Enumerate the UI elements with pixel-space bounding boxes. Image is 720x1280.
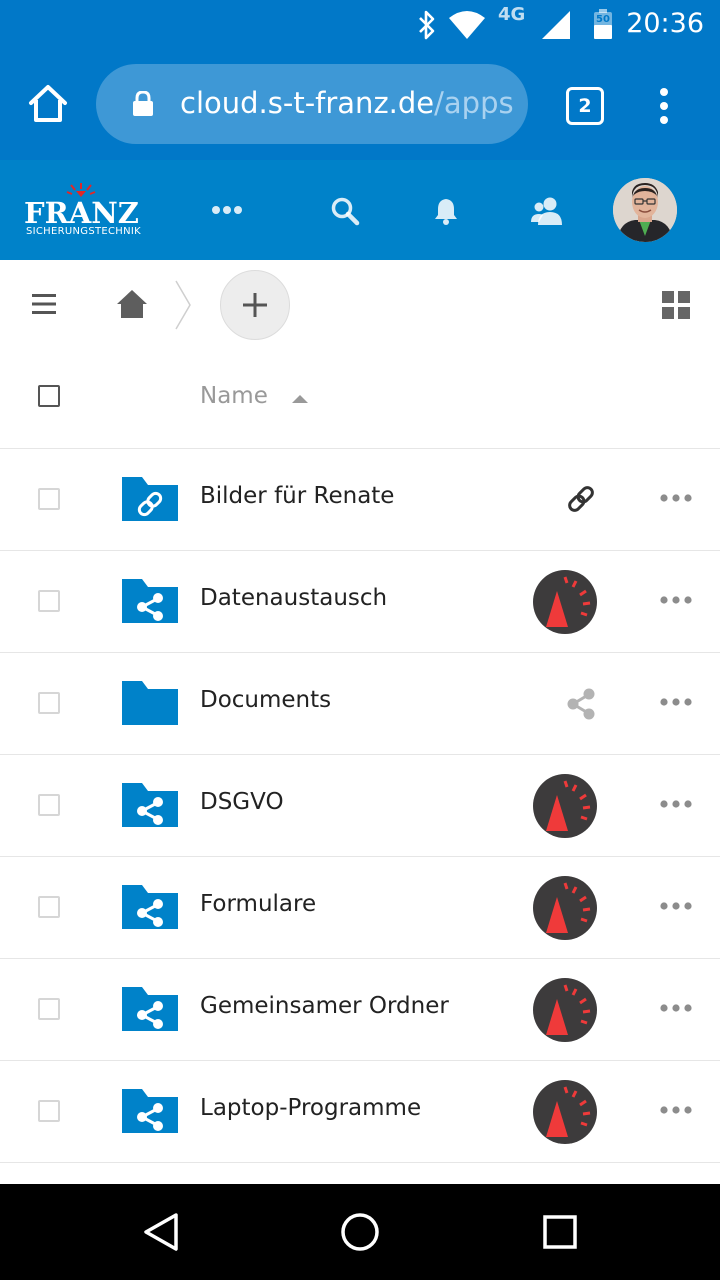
file-list: Bilder für Renate Datenaustausch Documen… [0, 449, 720, 1163]
shared-folder-icon [122, 579, 178, 623]
more-actions-icon[interactable] [660, 799, 692, 809]
battery-level: 50 [596, 14, 610, 25]
logo-subtext: SICHERUNGSTECHNIK [26, 226, 141, 237]
search-icon[interactable] [330, 196, 360, 226]
url-bar[interactable]: cloud.s-t-franz.de/apps [96, 64, 528, 144]
table-row[interactable]: Bilder für Renate [0, 449, 720, 551]
shared-folder-icon [122, 1089, 178, 1133]
network-type: 4G [498, 4, 526, 25]
file-name[interactable]: Datenaustausch [200, 585, 387, 611]
file-name[interactable]: DSGVO [200, 789, 284, 815]
lock-icon [133, 91, 153, 116]
sharer-avatar[interactable] [532, 569, 598, 635]
home-icon[interactable] [26, 82, 70, 126]
home-icon[interactable] [116, 289, 148, 319]
recents-icon[interactable] [543, 1215, 577, 1249]
bell-icon[interactable] [434, 197, 458, 225]
row-checkbox[interactable] [38, 1100, 60, 1122]
more-actions-icon[interactable] [660, 1105, 692, 1115]
more-actions-icon[interactable] [660, 595, 692, 605]
shared-folder-icon [122, 885, 178, 929]
table-row[interactable]: Formulare [0, 857, 720, 959]
sharer-avatar[interactable] [532, 773, 598, 839]
table-row[interactable]: DSGVO [0, 755, 720, 857]
link-icon[interactable] [532, 467, 598, 533]
more-actions-icon[interactable] [660, 697, 692, 707]
table-row[interactable]: Laptop-Programme [0, 1061, 720, 1163]
logo[interactable]: FRANZ SICHERUNGSTECHNIK [24, 182, 154, 242]
row-checkbox[interactable] [38, 998, 60, 1020]
sharer-avatar[interactable] [532, 977, 598, 1043]
link-folder-icon [122, 477, 178, 521]
sharer-avatar[interactable] [532, 1079, 598, 1145]
table-row[interactable]: Datenaustausch [0, 551, 720, 653]
tab-count: 2 [578, 95, 592, 117]
shared-folder-icon [122, 783, 178, 827]
system-nav-bar [0, 1184, 720, 1280]
file-name[interactable]: Bilder für Renate [200, 483, 394, 509]
back-icon[interactable] [142, 1212, 180, 1252]
file-name[interactable]: Formulare [200, 891, 316, 917]
share-icon[interactable] [532, 671, 598, 737]
contacts-icon[interactable] [530, 196, 564, 226]
table-row[interactable]: Gemeinsamer Ordner [0, 959, 720, 1061]
bluetooth-icon [419, 10, 435, 40]
more-actions-icon[interactable] [660, 901, 692, 911]
user-photo-icon [613, 178, 677, 242]
file-list-header: Name [0, 350, 720, 449]
row-checkbox[interactable] [38, 692, 60, 714]
browser-toolbar: cloud.s-t-franz.de/apps 2 [0, 50, 720, 160]
plus-icon [243, 293, 267, 317]
breadcrumb-separator-icon [175, 280, 191, 330]
row-checkbox[interactable] [38, 488, 60, 510]
app-header: FRANZ SICHERUNGSTECHNIK [0, 160, 720, 260]
overflow-menu-icon[interactable] [650, 86, 678, 126]
url-path: /apps [434, 86, 514, 120]
url-host: cloud.s-t-franz.de [180, 86, 435, 120]
more-actions-icon[interactable] [660, 493, 692, 503]
status-time: 20:36 [626, 8, 704, 39]
signal-icon [542, 11, 570, 39]
wifi-icon [449, 11, 485, 39]
column-name-sort[interactable]: Name [200, 383, 268, 409]
row-checkbox[interactable] [38, 794, 60, 816]
url-text: cloud.s-t-franz.de/apps [180, 86, 514, 120]
logo-text: FRANZ [24, 196, 139, 230]
row-checkbox[interactable] [38, 896, 60, 918]
user-avatar[interactable] [613, 178, 677, 242]
hamburger-icon[interactable] [32, 293, 56, 315]
sharer-avatar[interactable] [532, 875, 598, 941]
status-bar: 4G 50 20:36 [0, 0, 720, 50]
grid-view-icon[interactable] [662, 291, 690, 319]
file-name[interactable]: Documents [200, 687, 331, 713]
new-button[interactable] [220, 270, 290, 340]
home-circle-icon[interactable] [340, 1212, 380, 1252]
file-name[interactable]: Laptop-Programme [200, 1095, 421, 1121]
shared-folder-icon [122, 987, 178, 1031]
sort-ascending-icon [292, 395, 308, 403]
row-checkbox[interactable] [38, 590, 60, 612]
controls-bar [0, 260, 720, 350]
folder-icon [122, 681, 178, 725]
tabs-icon[interactable]: 2 [566, 87, 604, 125]
file-name[interactable]: Gemeinsamer Ordner [200, 993, 449, 1019]
more-actions-icon[interactable] [660, 1003, 692, 1013]
select-all-checkbox[interactable] [38, 385, 60, 407]
more-apps-icon[interactable] [212, 204, 242, 216]
table-row[interactable]: Documents [0, 653, 720, 755]
